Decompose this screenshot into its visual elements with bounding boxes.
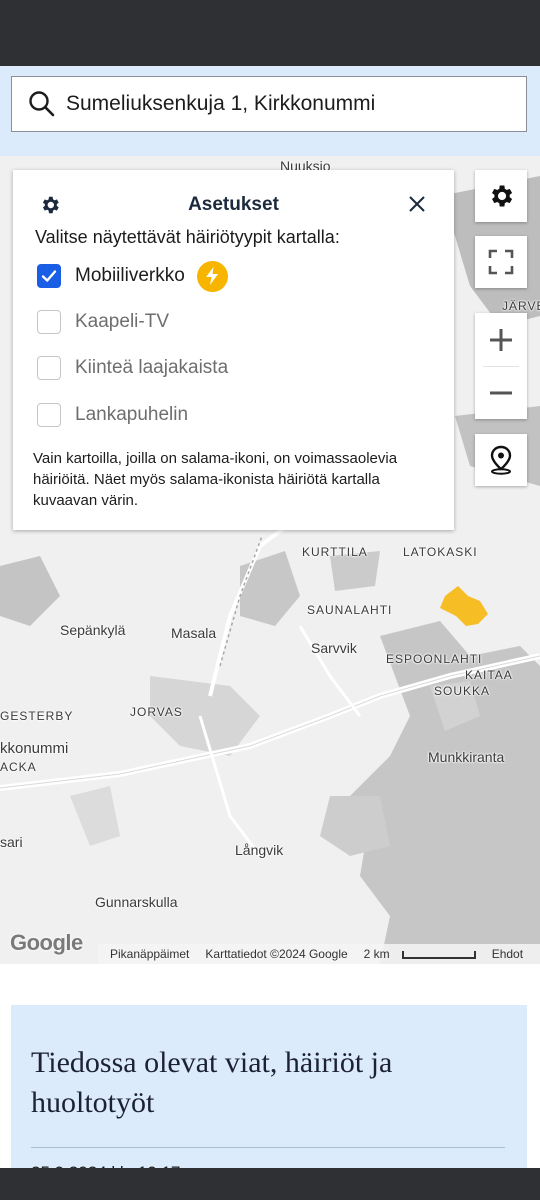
status-bar — [0, 0, 540, 66]
place-kirkkonummi: kkonummi — [0, 740, 69, 757]
place-espoonlahti: ESPOONLAHTI — [386, 652, 483, 666]
settings-panel: Asetukset Valitse näytettävät häiriötyyp… — [13, 170, 454, 530]
checkbox-mobiiliverkko[interactable] — [37, 264, 61, 288]
scale-label: 2 km — [363, 947, 390, 961]
zoom-out-button[interactable] — [475, 366, 527, 419]
scale-bar — [401, 950, 476, 959]
search-box[interactable] — [11, 76, 527, 132]
search-icon — [29, 91, 55, 117]
minus-icon — [490, 391, 512, 394]
gear-icon — [492, 185, 513, 207]
plus-icon — [490, 328, 512, 351]
map-attribution: Pikanäppäimet Karttatiedot ©2024 Google … — [98, 944, 540, 964]
option-lankapuhelin[interactable]: Lankapuhelin — [37, 401, 188, 429]
place-sepankyla: Sepänkylä — [60, 622, 126, 638]
zoom-controls — [475, 313, 527, 419]
place-backa: ACKA — [0, 760, 37, 774]
option-mobiiliverkko[interactable]: Mobiiliverkko — [37, 260, 228, 292]
panel-note: Vain kartoilla, joilla on salama-ikoni, … — [33, 450, 398, 509]
option-label-kaapeli-tv: Kaapeli-TV — [75, 311, 169, 332]
checkbox-lankapuhelin[interactable] — [37, 403, 61, 427]
panel-title: Asetukset — [188, 194, 279, 215]
map-data-text: Karttatiedot ©2024 Google — [205, 947, 348, 961]
checkbox-kaapeli-tv[interactable] — [37, 310, 61, 334]
search-input[interactable] — [66, 92, 506, 116]
google-logo: Google — [10, 930, 83, 955]
option-label-mobiiliverkko: Mobiiliverkko — [75, 265, 185, 286]
lightning-icon — [196, 260, 228, 292]
check-icon — [41, 270, 57, 282]
place-masala: Masala — [171, 625, 217, 641]
place-latokaski: LATOKASKI — [403, 545, 478, 559]
place-langvik: Långvik — [235, 842, 284, 858]
bottom-bar — [0, 1168, 540, 1200]
scale-text: 2 km — [364, 947, 476, 961]
info-title: Tiedossa olevat viat, häiriöt ja huoltot… — [31, 1046, 393, 1119]
place-sarvvik: Sarvvik — [311, 640, 357, 656]
place-jarve: JÄRVE — [502, 299, 540, 313]
terms-link[interactable]: Ehdot — [492, 947, 523, 961]
keyboard-shortcuts-link[interactable]: Pikanäppäimet — [110, 947, 189, 961]
option-label-lankapuhelin: Lankapuhelin — [75, 404, 189, 425]
option-kiintea-laajakaista[interactable]: Kiinteä laajakaista — [37, 354, 228, 382]
my-location-button[interactable] — [475, 434, 527, 486]
place-saunalahti: SAUNALAHTI — [307, 603, 393, 617]
place-soukka: SOUKKA — [434, 684, 491, 698]
panel-subtitle: Valitse näytettävät häiriötyypit kartall… — [35, 227, 340, 247]
checkbox-kiintea-laajakaista[interactable] — [37, 356, 61, 380]
location-pin-icon — [490, 445, 512, 475]
search-area — [0, 66, 540, 156]
close-icon[interactable] — [407, 194, 427, 214]
info-divider — [31, 1147, 505, 1148]
place-gunnarskulla: Gunnarskulla — [95, 894, 178, 910]
option-label-kiintea-laajakaista: Kiinteä laajakaista — [75, 357, 229, 378]
place-munkkiranta: Munkkiranta — [428, 749, 505, 765]
option-kaapeli-tv[interactable]: Kaapeli-TV — [37, 308, 169, 336]
fullscreen-icon — [488, 249, 514, 275]
place-sari: sari — [0, 834, 23, 850]
fullscreen-button[interactable] — [475, 236, 527, 288]
place-gesterby: GESTERBY — [0, 709, 74, 723]
place-kurttila: KURTTILA — [302, 545, 368, 559]
zoom-in-button[interactable] — [475, 313, 527, 366]
place-jorvas: JORVAS — [130, 705, 183, 719]
map-settings-button[interactable] — [475, 170, 527, 222]
place-kaitaa: KAITAA — [465, 668, 513, 682]
